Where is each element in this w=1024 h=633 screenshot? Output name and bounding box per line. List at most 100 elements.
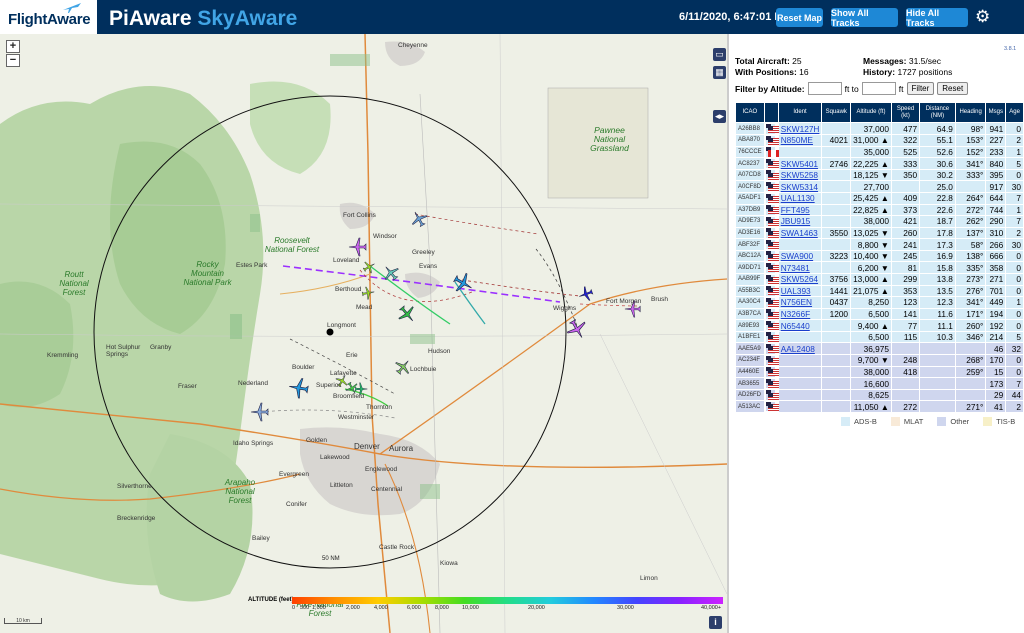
filter-button[interactable]: Filter: [906, 82, 935, 95]
table-row[interactable]: AD26FD 8,625 29 44: [735, 388, 1024, 402]
ident-cell[interactable]: SKW5264: [777, 273, 823, 286]
aircraft-icon[interactable]: [362, 260, 376, 274]
table-row[interactable]: AD3E16 SWA1463 3550 13,025 ▼ 260 17.8 137° 310 2: [735, 226, 1024, 240]
hide-all-tracks-button[interactable]: Hide All Tracks: [906, 8, 968, 28]
grid-icon[interactable]: ▦: [713, 66, 726, 79]
ident-cell[interactable]: SWA900: [777, 249, 823, 263]
col-age[interactable]: Age: [1005, 102, 1024, 123]
ident-cell[interactable]: [777, 388, 823, 402]
flightaware-logo[interactable]: FlightAware: [0, 0, 97, 34]
ident-cell[interactable]: FFT495: [777, 203, 823, 217]
ident-cell[interactable]: [777, 330, 823, 344]
zoom-out-button[interactable]: −: [6, 54, 20, 67]
expand-sidebar-icon[interactable]: ◂▸: [713, 110, 726, 123]
speed-cell: 525: [890, 145, 921, 159]
col-altitude[interactable]: Altitude (ft): [850, 102, 892, 123]
table-row[interactable]: AAB99F SKW5264 3756 13,000 ▲ 299 13.8 273° 271 0: [735, 273, 1024, 286]
table-row[interactable]: AC8237 SKW5401 2746 22,225 ▲ 333 30.6 341° 840 5: [735, 157, 1024, 170]
ident-cell[interactable]: [777, 400, 823, 413]
table-row[interactable]: A4460E 38,000 418 259° 15 0: [735, 365, 1024, 379]
aircraft-icon[interactable]: [566, 318, 588, 340]
table-row[interactable]: ABA870 N850ME 4021 31,000 ▲ 322 55.1 153° 227 2: [735, 134, 1024, 147]
table-row[interactable]: A1BFE1 6,500 115 10.3 346° 214 5: [735, 330, 1024, 344]
map-view[interactable]: + − ▭ ▦ ◂▸ Cheyenne Fort Collins Windsor…: [0, 34, 727, 633]
place-label: Lakewood: [320, 454, 350, 461]
table-row[interactable]: A55B3C UAL393 1441 21,075 ▲ 353 13.5 276° 701 0: [735, 284, 1024, 298]
ident-cell[interactable]: N756EN: [777, 296, 823, 309]
col-distance[interactable]: Distance (NM): [919, 102, 956, 123]
table-row[interactable]: A26BB8 SKW127H 37,000 477 64.9 98° 941 0: [735, 121, 1024, 136]
us-flag-icon: [767, 161, 779, 169]
altitude-tick: 10,000: [462, 605, 479, 611]
table-row[interactable]: AA30C4 N756EN 0437 8,250 123 12.3 341° 449 1: [735, 296, 1024, 309]
place-label: Lafayette: [330, 370, 357, 377]
aircraft-icon[interactable]: [288, 377, 310, 399]
age-cell: 30: [1005, 180, 1024, 193]
table-row[interactable]: 76CCCE 35,000 525 52.6 152° 233 1: [735, 145, 1024, 159]
ident-cell[interactable]: JBU915: [777, 215, 823, 228]
msgs-cell: 290: [985, 215, 1007, 228]
aircraft-icon[interactable]: [250, 402, 270, 422]
table-row[interactable]: AAE5A9 AAL2408 36,975 46 32: [735, 342, 1024, 356]
table-row[interactable]: A37DB9 FFT495 22,825 ▲ 373 22.6 272° 744 1: [735, 203, 1024, 217]
ident-cell[interactable]: SKW5314: [777, 180, 823, 193]
table-row[interactable]: ABF32F 8,800 ▼ 241 17.3 58° 266 30: [735, 238, 1024, 251]
gear-icon[interactable]: ⚙: [975, 8, 990, 25]
aircraft-icon[interactable]: [361, 286, 375, 300]
info-icon[interactable]: i: [709, 616, 722, 629]
ident-cell[interactable]: [777, 354, 823, 367]
aircraft-icon[interactable]: [410, 210, 428, 228]
icao-cell: A1BFE1: [735, 330, 765, 344]
distance-cell: 22.6: [919, 203, 956, 217]
ident-cell[interactable]: [777, 377, 823, 390]
aircraft-icon[interactable]: [382, 264, 400, 282]
show-all-tracks-button[interactable]: Show All Tracks: [831, 8, 898, 28]
table-row[interactable]: A5ADF1 UAL1130 25,425 ▲ 409 22.8 264° 644 7: [735, 191, 1024, 205]
aircraft-icon[interactable]: [348, 237, 368, 257]
flag-cell: [764, 204, 779, 216]
ident-cell[interactable]: UAL1130: [777, 191, 823, 205]
table-row[interactable]: AD9E73 JBU915 38,000 421 18.7 262° 290 7: [735, 215, 1024, 228]
ident-cell[interactable]: UAL393: [777, 284, 823, 298]
min-altitude-input[interactable]: [807, 82, 842, 95]
max-altitude-input[interactable]: [861, 82, 896, 95]
col-speed[interactable]: Speed (kt): [890, 102, 921, 123]
col-msgs[interactable]: Msgs: [985, 102, 1007, 123]
aircraft-icon[interactable]: [452, 272, 474, 294]
col-flag[interactable]: [763, 102, 779, 123]
ident-cell[interactable]: [777, 238, 823, 251]
icao-cell: A5ADF1: [735, 191, 765, 205]
col-heading[interactable]: Heading: [954, 102, 987, 123]
ident-cell[interactable]: [777, 145, 823, 159]
ident-cell[interactable]: N850ME: [777, 134, 823, 147]
table-row[interactable]: ABC12A SWA900 3223 10,400 ▼ 245 16.9 138° 666 0: [735, 249, 1024, 263]
col-squawk[interactable]: Squawk: [821, 102, 852, 123]
ident-cell[interactable]: N3266F: [777, 307, 823, 321]
ident-cell[interactable]: SKW5401: [777, 157, 823, 170]
ident-cell[interactable]: SKW5258: [777, 168, 823, 182]
age-cell: 0: [1005, 273, 1024, 286]
ident-cell[interactable]: SWA1463: [777, 226, 823, 240]
reset-map-button[interactable]: Reset Map: [776, 8, 823, 27]
map-layers-icon[interactable]: ▭: [713, 48, 726, 61]
col-ident[interactable]: Ident: [777, 102, 823, 123]
ident-cell[interactable]: AAL2408: [777, 342, 823, 356]
table-row[interactable]: A9DD71 N73481 6,200 ▼ 81 15.8 335° 358 0: [735, 261, 1024, 274]
ident-cell[interactable]: [777, 365, 823, 379]
ident-cell[interactable]: SKW127H: [777, 121, 823, 136]
reset-filter-button[interactable]: Reset: [937, 82, 969, 95]
squawk-cell: [821, 354, 852, 367]
col-icao[interactable]: ICAO: [735, 102, 765, 123]
table-row[interactable]: A3B7CA N3266F 1200 6,500 141 11.6 171° 194 0: [735, 307, 1024, 321]
table-row[interactable]: A513AC 11,050 ▲ 272 271° 41 2: [735, 400, 1024, 413]
ident-cell[interactable]: N65440: [777, 319, 823, 332]
table-row[interactable]: A0CF8D SKW5314 27,700 25.0 917 30: [735, 180, 1024, 193]
ident-cell[interactable]: N73481: [777, 261, 823, 274]
table-row[interactable]: A07CD8 SKW5258 18,125 ▼ 350 30.2 333° 395 0: [735, 168, 1024, 182]
table-row[interactable]: A89E93 N65440 9,400 ▲ 77 11.1 260° 192 0: [735, 319, 1024, 332]
zoom-in-button[interactable]: +: [6, 40, 20, 53]
table-row[interactable]: AB3655 16,600 173 7: [735, 377, 1024, 390]
aircraft-icon[interactable]: [397, 304, 417, 324]
aircraft-icon[interactable]: [578, 286, 594, 302]
table-row[interactable]: AC234F 9,700 ▼ 248 268° 170 0: [735, 354, 1024, 367]
